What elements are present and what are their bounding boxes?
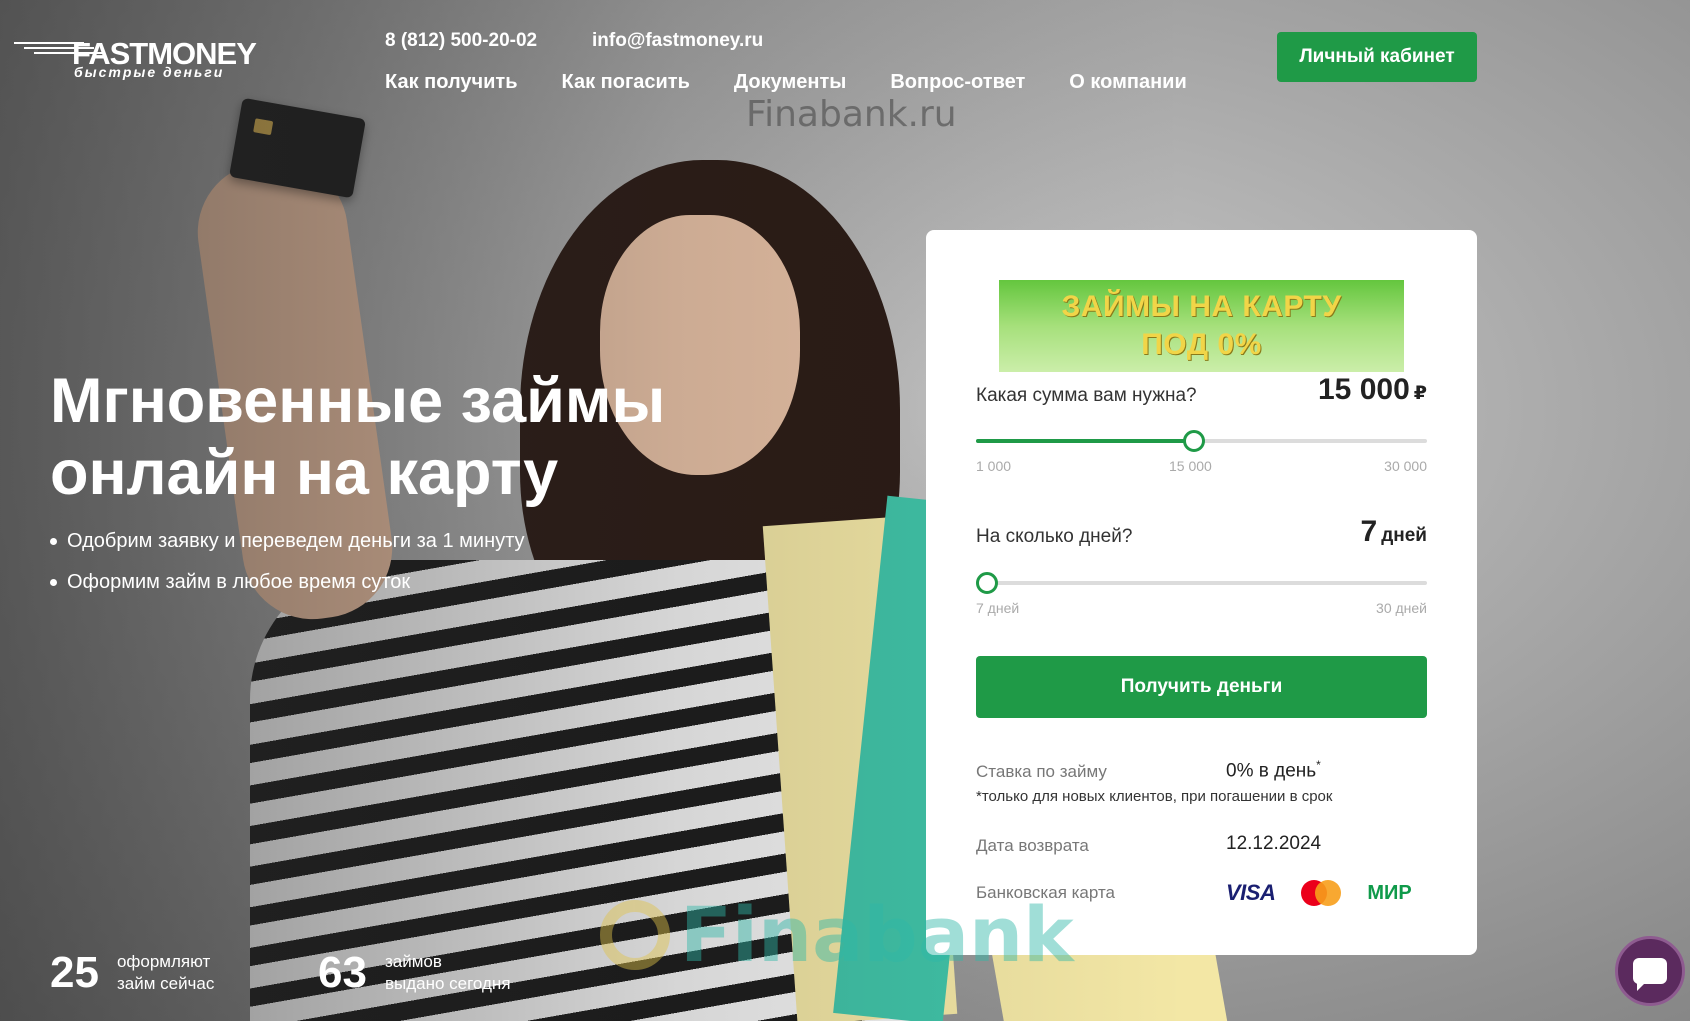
watermark-text: Finabank — [680, 890, 1074, 979]
phone-link[interactable]: 8 (812) 500-20-02 — [385, 30, 537, 52]
amount-mid-label: 15 000 — [1169, 458, 1212, 474]
chat-bubble-icon — [1633, 958, 1667, 991]
hero-title-line1: Мгновенные займы — [50, 366, 666, 436]
days-max-label: 30 дней — [1376, 600, 1427, 616]
hero-title: Мгновенные займы онлайн на карту — [50, 365, 770, 509]
payment-systems: VISA МИР — [1226, 880, 1412, 906]
amount-slider-fill — [976, 439, 1194, 443]
hero-benefits-list: Одобрим заявку и переведем деньги за 1 м… — [50, 530, 525, 612]
email-link[interactable]: info@fastmoney.ru — [592, 30, 763, 52]
stat-number: 63 — [318, 948, 367, 997]
rate-value: 0% в день* — [1226, 758, 1321, 782]
logo-tagline: быстрые деньги — [74, 64, 225, 80]
benefit-text: Оформим займ в любое время суток — [67, 571, 411, 593]
amount-value: 15 000 ₽ — [1318, 373, 1427, 406]
amount-max-label: 30 000 — [1384, 458, 1427, 474]
rate-note: *только для новых клиентов, при погашени… — [976, 788, 1333, 805]
days-slider-handle[interactable] — [976, 572, 998, 594]
stat-issued-today: 63 займов выдано сегодня — [318, 948, 511, 998]
mastercard-icon — [1301, 880, 1342, 906]
promo-line1: ЗАЙМЫ НА КАРТУ — [1061, 290, 1342, 323]
nav-about[interactable]: О компании — [1069, 71, 1186, 94]
benefit-item: Оформим займ в любое время суток — [50, 571, 525, 594]
watermark-icon — [600, 899, 670, 970]
hero-title-line2: онлайн на карту — [50, 438, 559, 508]
nav-documents[interactable]: Документы — [734, 71, 846, 94]
watermark-text: Finabank.ru — [746, 94, 957, 135]
amount-slider[interactable] — [976, 430, 1427, 452]
amount-slider-handle[interactable] — [1182, 430, 1205, 452]
promo-banner[interactable]: ЗАЙМЫ НА КАРТУ ПОД 0% — [999, 280, 1404, 372]
promo-line2: ПОД 0% — [1141, 328, 1262, 361]
get-money-button[interactable]: Получить деньги — [976, 656, 1427, 718]
amount-question: Какая сумма вам нужна? — [976, 385, 1197, 406]
amount-min-label: 1 000 — [976, 458, 1012, 474]
return-date-label: Дата возврата — [976, 836, 1089, 855]
stat-number: 25 — [50, 948, 99, 997]
stat-applying-now: 25 оформляют займ сейчас — [50, 948, 214, 998]
days-question: На сколько дней? — [976, 526, 1133, 547]
fastmoney-logo[interactable]: FASTMONEY быстрые деньги — [14, 36, 264, 82]
stat-label: оформляют займ сейчас — [116, 952, 215, 993]
benefit-item: Одобрим заявку и переведем деньги за 1 м… — [50, 530, 525, 553]
nav-how-to-get[interactable]: Как получить — [385, 71, 518, 94]
rate-label: Ставка по займу — [976, 762, 1107, 781]
stat-label: займов выдано сегодня — [384, 952, 511, 993]
loan-calculator: ЗАЙМЫ НА КАРТУ ПОД 0% Какая сумма вам ну… — [926, 230, 1477, 955]
return-date-value: 12.12.2024 — [1226, 833, 1322, 854]
days-min-label: 7 дней — [976, 600, 1020, 616]
visa-icon: VISA — [1226, 880, 1276, 905]
bullet-icon — [50, 538, 57, 545]
days-slider[interactable] — [976, 572, 1427, 594]
nav-faq[interactable]: Вопрос-ответ — [890, 71, 1025, 94]
days-value: 7 дней — [1360, 515, 1427, 548]
main-nav: Как получить Как погасить Документы Вопр… — [385, 71, 1187, 94]
benefit-text: Одобрим заявку и переведем деньги за 1 м… — [67, 530, 525, 552]
chat-widget-button[interactable] — [1615, 936, 1685, 1006]
bullet-icon — [50, 579, 57, 586]
watermark-logo: Finabank — [600, 890, 1074, 979]
personal-account-button[interactable]: Личный кабинет — [1277, 32, 1477, 82]
nav-how-to-repay[interactable]: Как погасить — [562, 71, 690, 94]
mir-icon: МИР — [1367, 881, 1412, 904]
